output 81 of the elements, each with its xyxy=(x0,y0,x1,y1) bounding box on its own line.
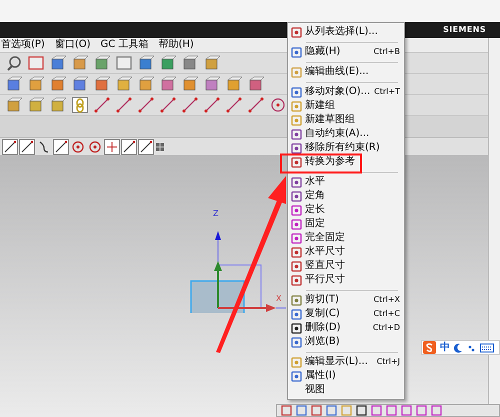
menu-item[interactable]: 编辑显示(L)... Ctrl+J xyxy=(288,355,404,369)
menu-item[interactable]: 首选项(P) xyxy=(1,40,45,50)
line-icon[interactable] xyxy=(138,138,154,154)
cube-icon[interactable] xyxy=(6,97,22,113)
line-icon[interactable] xyxy=(53,138,69,154)
toolbar-icon[interactable] xyxy=(356,405,367,416)
cube-icon[interactable] xyxy=(138,55,154,71)
line-icon[interactable] xyxy=(2,138,18,154)
menu-item[interactable]: 浏览(B) xyxy=(288,335,404,349)
cube-icon[interactable] xyxy=(160,76,176,92)
cube-icon[interactable] xyxy=(72,55,88,71)
cube-icon[interactable] xyxy=(94,55,110,71)
grid-icon[interactable] xyxy=(155,142,165,152)
line-icon[interactable] xyxy=(138,97,154,113)
cube-icon[interactable] xyxy=(50,97,66,113)
circle-icon[interactable] xyxy=(270,97,286,113)
menu-item[interactable]: 属性(I) xyxy=(288,369,404,383)
magnifier-icon[interactable] xyxy=(6,55,22,71)
cube-icon[interactable] xyxy=(160,55,176,71)
punctuation-icon[interactable] xyxy=(467,342,476,352)
menu-item[interactable]: 视图 xyxy=(288,383,404,397)
menu-item[interactable]: 平行尺寸 xyxy=(288,273,404,287)
line-icon[interactable] xyxy=(116,97,132,113)
menu-item[interactable]: 固定 xyxy=(288,217,404,231)
menu-item[interactable]: GC 工具箱 xyxy=(100,40,148,50)
menu-item[interactable]: 窗口(O) xyxy=(54,40,91,50)
menu-item[interactable]: 水平 xyxy=(288,175,404,189)
cube-icon[interactable] xyxy=(182,55,198,71)
line-icon[interactable] xyxy=(204,97,220,113)
menu-item[interactable]: 新建草图组 xyxy=(288,113,404,127)
chain-icon[interactable] xyxy=(72,97,88,113)
frame-icon[interactable] xyxy=(116,55,132,71)
input-mode-toggle[interactable]: 中 xyxy=(440,342,450,352)
cube-icon[interactable] xyxy=(204,76,220,92)
circle-icon[interactable] xyxy=(70,138,86,154)
menu-item[interactable]: 定角 xyxy=(288,189,404,203)
plus-icon[interactable] xyxy=(104,138,120,154)
line-icon[interactable] xyxy=(19,138,35,154)
cube-icon[interactable] xyxy=(72,76,88,92)
menu-item[interactable]: 移动对象(O)... Ctrl+T xyxy=(288,85,404,99)
menu-item[interactable]: 编辑曲线(E)... xyxy=(288,65,404,79)
axis-label: Z xyxy=(213,210,218,218)
circle-icon[interactable] xyxy=(87,138,103,154)
menu-item[interactable]: 定长 xyxy=(288,203,404,217)
brand-name: SIEMENS xyxy=(443,26,486,34)
moon-icon[interactable] xyxy=(454,342,463,352)
axis-label: X xyxy=(276,295,282,303)
line-icon[interactable] xyxy=(182,97,198,113)
menu-item[interactable]: 复制(C) Ctrl+C xyxy=(288,307,404,321)
cube-icon[interactable] xyxy=(28,97,44,113)
frame-icon[interactable] xyxy=(28,55,44,71)
line-icon[interactable] xyxy=(121,138,137,154)
cube-icon[interactable] xyxy=(28,76,44,92)
menu-item[interactable]: 完全固定 xyxy=(288,231,404,245)
cube-icon[interactable] xyxy=(248,76,264,92)
menu-item[interactable]: 帮助(H) xyxy=(158,40,194,50)
menu-item[interactable]: 移除所有约束(R) xyxy=(288,141,404,155)
cube-icon[interactable] xyxy=(94,76,110,92)
cube-icon[interactable] xyxy=(50,76,66,92)
line-icon[interactable] xyxy=(94,97,110,113)
input-method-icon[interactable] xyxy=(423,341,436,354)
keyboard-icon[interactable] xyxy=(480,342,494,352)
cube-icon[interactable] xyxy=(50,55,66,71)
menu-item[interactable]: 新建组 xyxy=(288,99,404,113)
menu-item[interactable]: 删除(D) Ctrl+D xyxy=(288,321,404,335)
cube-icon[interactable] xyxy=(182,76,198,92)
cube-icon[interactable] xyxy=(138,76,154,92)
line-icon[interactable] xyxy=(226,97,242,113)
line-icon[interactable] xyxy=(248,97,264,113)
menu-item[interactable]: 从列表选择(L)... xyxy=(288,25,404,39)
cube-icon[interactable] xyxy=(6,76,22,92)
line-icon[interactable] xyxy=(160,97,176,113)
menu-item[interactable]: 竖直尺寸 xyxy=(288,259,404,273)
cube-icon[interactable] xyxy=(204,55,220,71)
menu-item[interactable]: 转换为参考 xyxy=(288,155,404,169)
menu-item[interactable]: 剪切(T) Ctrl+X xyxy=(288,293,404,307)
menu-item[interactable]: 水平尺寸 xyxy=(288,245,404,259)
cube-icon[interactable] xyxy=(226,76,242,92)
menu-item[interactable]: 自动约束(A)... xyxy=(288,127,404,141)
menu-item[interactable]: 隐藏(H) Ctrl+B xyxy=(288,45,404,59)
cube-icon[interactable] xyxy=(116,76,132,92)
